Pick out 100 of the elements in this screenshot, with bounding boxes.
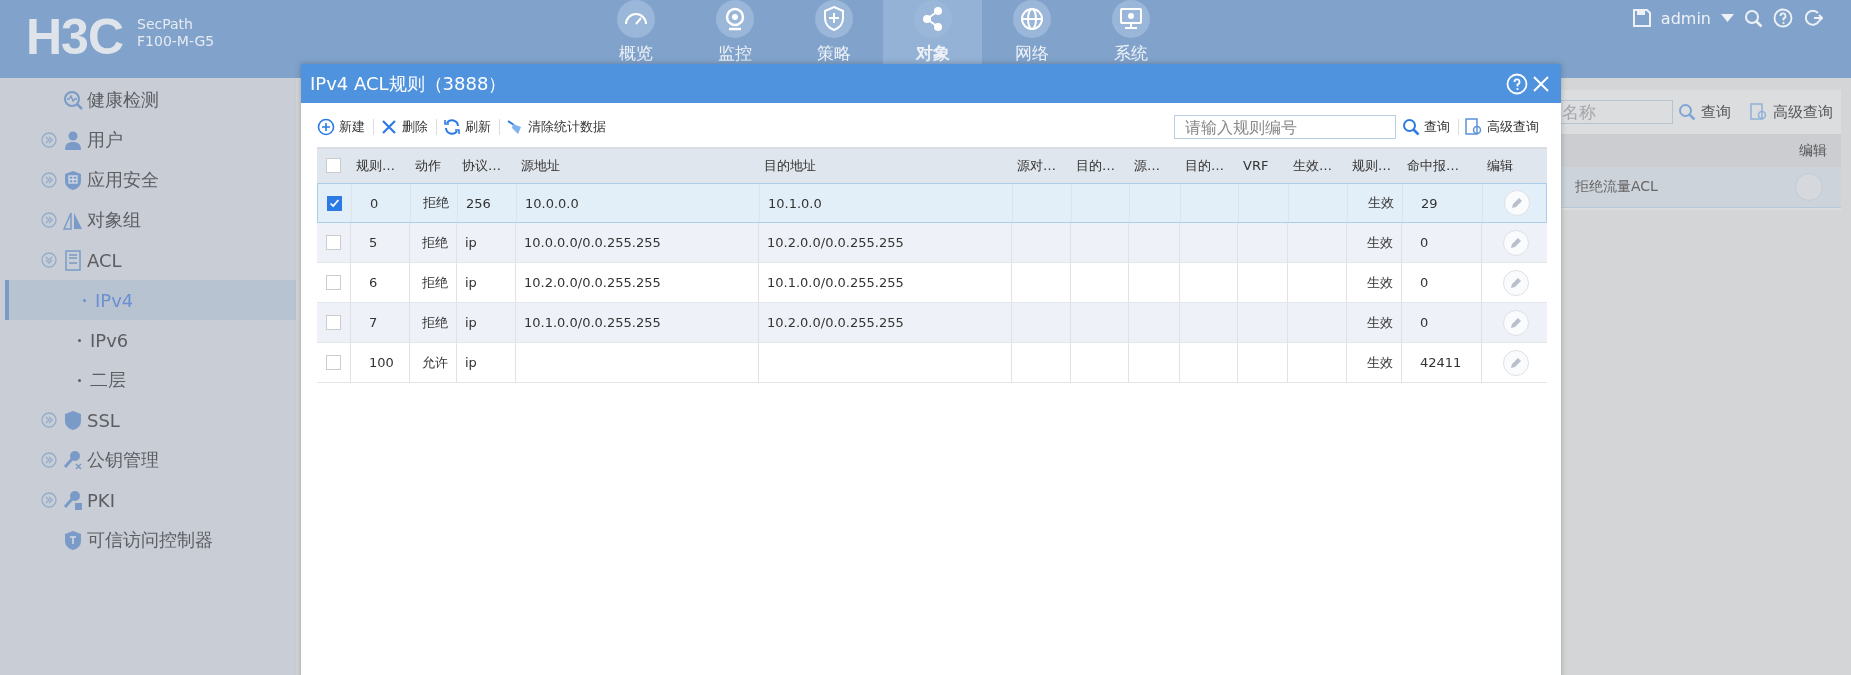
pencil-icon[interactable] xyxy=(1508,315,1523,330)
pencil-icon[interactable] xyxy=(1508,275,1523,290)
pencil-icon[interactable] xyxy=(1509,196,1524,210)
expand-icon[interactable] xyxy=(41,132,57,148)
table-cell: 29 xyxy=(1421,195,1438,211)
column-header[interactable]: 生效… xyxy=(1287,149,1346,182)
help-icon[interactable] xyxy=(1773,8,1793,28)
sidebar-item[interactable]: PKI xyxy=(0,480,296,520)
column-header[interactable]: 规则… xyxy=(350,149,409,182)
column-header[interactable]: 源… xyxy=(1128,149,1179,182)
add-icon[interactable] xyxy=(317,118,335,136)
table-cell: 5 xyxy=(369,235,378,250)
dialog-title: IPv4 ACL规则（3888） xyxy=(310,71,508,96)
search-field[interactable]: 请输入规则编号 xyxy=(1174,115,1396,139)
column-header[interactable]: VRF xyxy=(1237,149,1287,182)
search-icon[interactable] xyxy=(1744,8,1763,28)
sidebar-subitem[interactable]: IPv6 xyxy=(0,320,296,360)
sidebar-item[interactable]: ACL xyxy=(0,240,296,280)
column-header[interactable]: 规则… xyxy=(1346,149,1401,182)
edit-button[interactable] xyxy=(1502,269,1529,296)
shield-icon xyxy=(63,409,83,431)
column-header[interactable]: 编辑 xyxy=(1481,149,1541,182)
advanced-search-button[interactable]: 高级查询 xyxy=(1773,102,1833,122)
table-cell-text: 拒绝流量ACL xyxy=(1574,178,1659,196)
person-icon xyxy=(63,129,83,151)
sidebar-subitem[interactable]: 二层 xyxy=(0,360,296,400)
checkbox[interactable] xyxy=(326,355,341,370)
column-header[interactable]: 目的地址 xyxy=(758,149,1011,182)
gauge-icon[interactable] xyxy=(616,0,655,38)
toolbar-button[interactable]: 清除统计数据 xyxy=(506,118,612,136)
brand-logo: H3C xyxy=(26,8,124,66)
caret-icon[interactable] xyxy=(1721,14,1734,22)
search-icon[interactable] xyxy=(1678,103,1696,121)
edit-button[interactable] xyxy=(1502,349,1529,376)
expand-icon[interactable] xyxy=(41,452,57,468)
globe-icon[interactable] xyxy=(1012,0,1051,38)
pencil-icon[interactable] xyxy=(1508,355,1523,370)
table-cell: 拒绝 xyxy=(422,233,448,252)
sidebar-item[interactable]: 应用安全 xyxy=(0,160,296,200)
logout-icon[interactable] xyxy=(1803,8,1823,28)
table-cell: 生效 xyxy=(1368,194,1394,212)
table-cell: 10.2.0.0/0.0.255.255 xyxy=(767,235,904,250)
monitor-icon[interactable] xyxy=(1111,0,1150,38)
sidebar-item[interactable]: SSL xyxy=(0,400,296,440)
expand-icon[interactable] xyxy=(41,412,57,428)
expand-icon[interactable] xyxy=(41,172,57,188)
collapse-icon[interactable] xyxy=(41,252,57,268)
product-name: SecPath xyxy=(137,16,194,33)
advanced-search-button[interactable]: 高级查询 xyxy=(1465,118,1545,136)
document-search-icon[interactable] xyxy=(1750,103,1768,121)
column-header[interactable]: 目的… xyxy=(1179,149,1237,182)
search-icon[interactable] xyxy=(1402,118,1420,136)
refresh-icon[interactable] xyxy=(443,118,461,136)
sidebar-item[interactable]: 对象组 xyxy=(0,200,296,240)
search-button[interactable]: 查询 xyxy=(1402,118,1456,136)
toolbar-button[interactable]: 新建 xyxy=(317,118,371,136)
sidebar-item[interactable]: 可信访问控制器 xyxy=(0,520,296,560)
document-search-icon[interactable] xyxy=(1465,118,1483,136)
toolbar-button[interactable]: 删除 xyxy=(380,118,434,136)
pencil-icon[interactable] xyxy=(1508,235,1523,250)
column-header[interactable]: 命中报… xyxy=(1401,149,1481,182)
table-cell: ip xyxy=(465,235,477,250)
expand-icon[interactable] xyxy=(41,212,57,228)
expand-icon[interactable] xyxy=(41,492,57,508)
edit-button[interactable] xyxy=(1503,190,1530,216)
checkbox[interactable] xyxy=(327,195,342,211)
table-row[interactable]: 0 拒绝 256 10.0.0.0 10.1.0.0 生效 29 xyxy=(317,183,1547,223)
checkbox[interactable] xyxy=(326,315,341,330)
column-header[interactable]: 目的… xyxy=(1070,149,1128,182)
column-header[interactable]: 源对… xyxy=(1011,149,1070,182)
checkbox[interactable] xyxy=(326,275,341,290)
edit-button[interactable] xyxy=(1502,309,1529,336)
column-header[interactable]: 动作 xyxy=(409,149,456,182)
close-icon[interactable] xyxy=(1531,73,1551,94)
sidebar-item[interactable]: 健康检测 xyxy=(0,80,296,120)
delete-icon[interactable] xyxy=(380,118,398,136)
checkbox[interactable] xyxy=(326,158,341,173)
table-row[interactable]: 5 拒绝 ip 10.0.0.0/0.0.255.255 10.2.0.0/0.0.255.255 生效 0 xyxy=(317,223,1547,263)
table-cell: 0 xyxy=(1420,275,1429,290)
bullet-icon xyxy=(78,338,81,342)
search-button[interactable]: 查询 xyxy=(1701,102,1731,122)
document-icon xyxy=(63,249,83,271)
webcam-icon[interactable] xyxy=(715,0,754,38)
table-cell: 拒绝 xyxy=(423,194,449,212)
broom-icon[interactable] xyxy=(506,118,524,136)
column-header[interactable]: 源地址 xyxy=(515,149,758,182)
table-row[interactable]: 100 允许 ip 生效 42411 xyxy=(317,343,1547,383)
key-icon xyxy=(63,449,83,471)
sidebar-item[interactable]: 公钥管理 xyxy=(0,440,296,480)
edit-button[interactable] xyxy=(1502,229,1529,256)
table-row[interactable]: 7 拒绝 ip 10.1.0.0/0.0.255.255 10.2.0.0/0.0.255.255 生效 0 xyxy=(317,303,1547,343)
toolbar-button[interactable]: 刷新 xyxy=(443,118,497,136)
column-header[interactable]: 协议… xyxy=(456,149,515,182)
checkbox[interactable] xyxy=(326,235,341,250)
table-cell: 10.1.0.0/0.0.255.255 xyxy=(767,275,904,290)
search-field[interactable]: 名称 xyxy=(1559,100,1673,124)
sidebar-item[interactable]: 用户 xyxy=(0,120,296,160)
save-icon[interactable] xyxy=(1632,9,1651,27)
shield-plus-icon[interactable] xyxy=(814,0,853,38)
share-nodes-icon[interactable] xyxy=(913,0,952,38)
